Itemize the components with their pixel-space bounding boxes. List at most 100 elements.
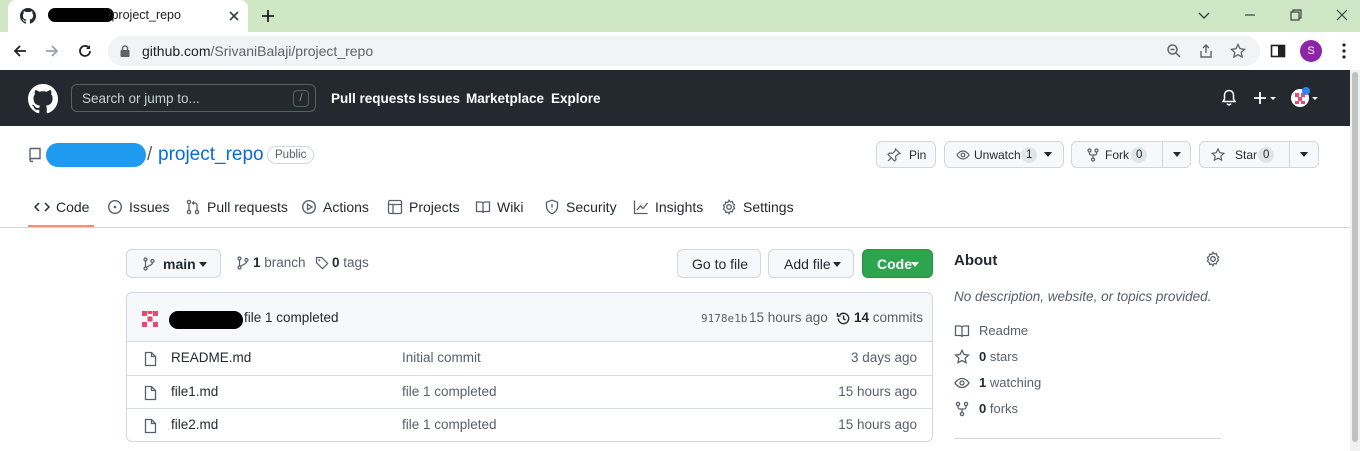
- file-name[interactable]: README.md: [171, 350, 251, 365]
- file-commit-message[interactable]: file 1 completed: [402, 384, 497, 399]
- global-search-input[interactable]: Search or jump to... /: [71, 84, 316, 112]
- tag-icon: [315, 256, 329, 270]
- repo-path-separator: /: [147, 144, 153, 165]
- fork-dropdown-chevron-icon[interactable]: [1173, 152, 1181, 157]
- url-text: github.com/SrivaniBalaji/project_repo: [142, 43, 373, 59]
- forward-arrow-icon[interactable]: [44, 43, 60, 59]
- window-close-icon[interactable]: [1334, 7, 1350, 23]
- button-divider: [1289, 142, 1290, 167]
- address-bar[interactable]: github.com/SrivaniBalaji/project_repo: [108, 36, 1260, 66]
- add-file-button[interactable]: Add file: [768, 249, 854, 278]
- nav-explore[interactable]: Explore: [551, 91, 601, 106]
- tab-wiki-label: Wiki: [497, 199, 524, 215]
- branch-icon: [142, 257, 156, 271]
- file-commit-message[interactable]: file 1 completed: [402, 417, 497, 432]
- browser-tab-title: /project_repo: [108, 8, 181, 22]
- commit-sha[interactable]: 9178e1b: [701, 312, 747, 325]
- file-icon: [144, 385, 157, 401]
- browser-toolbar: github.com/SrivaniBalaji/project_repo S: [0, 32, 1360, 70]
- star-icon: [954, 349, 970, 365]
- scrollbar-thumb[interactable]: [1352, 72, 1358, 442]
- bookmark-star-icon[interactable]: [1230, 43, 1246, 59]
- table-row: file2.md file 1 completed 15 hours ago: [127, 408, 932, 441]
- notifications-bell-icon[interactable]: [1221, 89, 1237, 107]
- reload-icon[interactable]: [77, 43, 93, 59]
- code-icon: [34, 199, 50, 215]
- zoom-icon[interactable]: [1166, 43, 1182, 59]
- branch-icon: [236, 256, 250, 270]
- nav-pull-requests[interactable]: Pull requests: [331, 91, 416, 106]
- user-avatar-icon[interactable]: [1290, 87, 1320, 109]
- book-icon: [475, 199, 491, 215]
- back-arrow-icon[interactable]: [12, 43, 28, 59]
- commit-label: commits: [872, 310, 924, 325]
- tab-insights-label: Insights: [655, 199, 704, 215]
- gear-icon: [721, 199, 737, 215]
- chevron-down-icon: [911, 262, 919, 267]
- stars-label: stars: [989, 349, 1019, 364]
- table-row: README.md Initial commit 3 days ago: [127, 342, 932, 375]
- new-tab-icon[interactable]: [260, 8, 276, 24]
- star-icon: [1211, 148, 1225, 162]
- nav-issues[interactable]: Issues: [418, 91, 460, 106]
- star-count: 0: [1258, 147, 1275, 163]
- file-name[interactable]: file1.md: [171, 384, 218, 399]
- redacted-owner-name[interactable]: [46, 143, 146, 167]
- file-commit-age: 15 hours ago: [838, 417, 917, 432]
- repo-icon: [28, 147, 42, 163]
- repo-name-link[interactable]: project_repo: [158, 144, 264, 166]
- tab-security-label: Security: [566, 199, 617, 215]
- restore-icon[interactable]: [1288, 7, 1304, 23]
- go-to-file-button[interactable]: Go to file: [677, 249, 761, 278]
- share-icon[interactable]: [1198, 43, 1214, 59]
- tab-search-chevron-icon[interactable]: [1196, 7, 1212, 23]
- browser-tab[interactable]: /project_repo: [8, 0, 248, 32]
- lock-icon[interactable]: [118, 44, 132, 58]
- fork-label: Fork: [1105, 148, 1129, 162]
- tab-pull-requests-label: Pull requests: [207, 199, 288, 215]
- go-to-file-label: Go to file: [692, 256, 749, 272]
- play-icon: [301, 199, 317, 215]
- edit-about-gear-icon[interactable]: [1205, 251, 1221, 267]
- branch-select-button[interactable]: main: [126, 249, 221, 278]
- github-logo-icon[interactable]: [28, 84, 58, 114]
- browser-tab-strip: /project_repo: [0, 0, 1360, 32]
- graph-icon: [633, 199, 649, 215]
- file-icon: [144, 418, 157, 434]
- search-shortcut-key: /: [293, 90, 309, 107]
- profile-avatar[interactable]: S: [1300, 40, 1322, 62]
- browser-menu-icon[interactable]: [1336, 42, 1352, 60]
- star-label: Star: [1235, 148, 1258, 162]
- fork-button[interactable]: Fork 0: [1071, 141, 1191, 168]
- star-dropdown-chevron-icon[interactable]: [1300, 152, 1308, 157]
- branches-link[interactable]: 1 branch: [236, 255, 306, 270]
- about-divider: [954, 438, 1221, 439]
- file-name[interactable]: file2.md: [171, 417, 218, 432]
- minimize-icon[interactable]: [1242, 7, 1258, 23]
- chevron-down-icon: [1044, 152, 1052, 157]
- file-commit-message[interactable]: Initial commit: [402, 350, 481, 365]
- author-avatar-icon[interactable]: [140, 309, 160, 329]
- unwatch-button[interactable]: Unwatch 1: [944, 141, 1064, 168]
- tab-code-label: Code: [56, 199, 90, 215]
- forks-count: 0: [979, 401, 987, 416]
- watching-count: 1: [979, 375, 987, 390]
- file-commit-age: 3 days ago: [850, 350, 917, 365]
- redacted-author[interactable]: [169, 311, 243, 329]
- about-heading: About: [954, 252, 998, 269]
- table-icon: [387, 199, 403, 215]
- close-tab-icon[interactable]: [226, 8, 242, 24]
- readme-label: Readme: [979, 323, 1029, 338]
- create-new-plus-icon[interactable]: [1252, 89, 1278, 107]
- pin-button[interactable]: Pin: [876, 141, 936, 168]
- branch-count: 1: [253, 255, 261, 270]
- code-button-label: Code: [877, 256, 912, 272]
- about-description: No description, website, or topics provi…: [954, 289, 1212, 304]
- tab-actions-label: Actions: [323, 199, 369, 215]
- code-button[interactable]: Code: [862, 249, 933, 278]
- star-button[interactable]: Star 0: [1199, 141, 1319, 168]
- latest-commit-message[interactable]: file 1 completed: [244, 310, 339, 325]
- tags-link[interactable]: 0 tags: [315, 255, 369, 270]
- side-panel-icon[interactable]: [1270, 43, 1286, 59]
- nav-marketplace[interactable]: Marketplace: [466, 91, 544, 106]
